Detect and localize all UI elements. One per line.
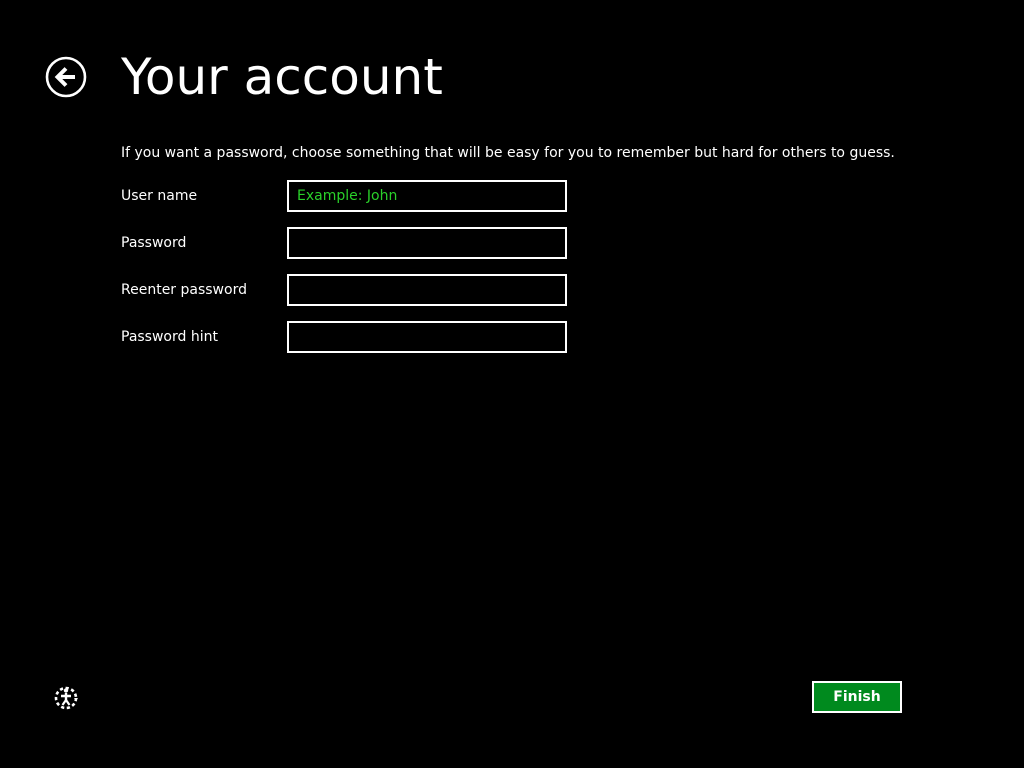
user-name-input[interactable]	[287, 180, 567, 212]
form-row-user-name: User name	[121, 180, 571, 212]
password-hint-input[interactable]	[287, 321, 567, 353]
page-title: Your account	[121, 48, 443, 106]
reenter-password-label: Reenter password	[121, 282, 247, 298]
form-row-reenter-password: Reenter password	[121, 274, 571, 306]
reenter-password-input[interactable]	[287, 274, 567, 306]
password-label: Password	[121, 235, 187, 251]
user-name-label: User name	[121, 188, 198, 204]
password-input[interactable]	[287, 227, 567, 259]
finish-button[interactable]: Finish	[812, 681, 902, 713]
form-row-password: Password	[121, 227, 571, 259]
instructions-text: If you want a password, choose something…	[121, 145, 895, 161]
ease-of-access-icon	[54, 686, 78, 710]
form-row-password-hint: Password hint	[121, 321, 571, 353]
back-button[interactable]	[45, 56, 87, 98]
ease-of-access-button[interactable]	[52, 684, 80, 712]
password-hint-label: Password hint	[121, 329, 218, 345]
back-arrow-icon	[45, 56, 87, 98]
